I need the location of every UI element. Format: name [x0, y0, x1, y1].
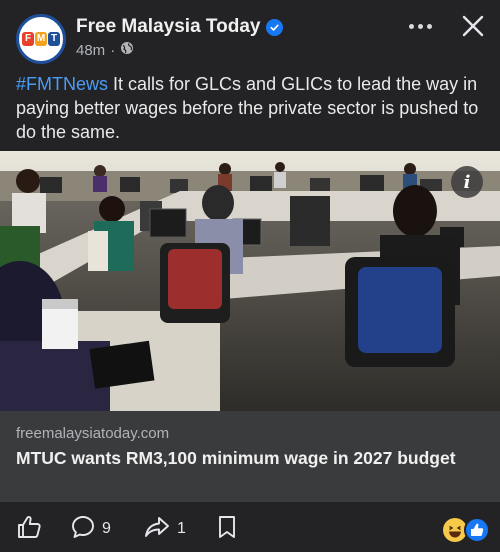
post-meta: 48m ·: [76, 41, 134, 59]
thumbs-up-icon: [16, 514, 42, 545]
page-name-text[interactable]: Free Malaysia Today: [76, 16, 260, 38]
link-domain: freemalaysiatoday.com: [16, 425, 170, 442]
comment-count: 9: [102, 520, 111, 537]
post-message: #FMTNews It calls for GLCs and GLICs to …: [16, 72, 486, 144]
globe-icon: [120, 41, 134, 59]
share-button[interactable]: 1: [143, 516, 186, 542]
like-reaction-icon[interactable]: [464, 517, 490, 543]
more-dots-icon[interactable]: [405, 14, 435, 38]
post-time[interactable]: 48m: [76, 42, 105, 59]
page-avatar[interactable]: F M T: [16, 14, 66, 64]
fmt-logo: F M T: [22, 32, 60, 46]
comment-button[interactable]: 9: [70, 514, 111, 545]
info-icon[interactable]: i: [451, 166, 483, 198]
post-header: F M T Free Malaysia Today 48m ·: [0, 0, 500, 70]
share-arrow-icon: [143, 514, 171, 545]
comment-bubble-icon: [70, 514, 96, 545]
share-count: 1: [177, 520, 186, 537]
close-icon[interactable]: [459, 12, 487, 40]
action-bar: 9 1: [0, 502, 500, 552]
hashtag-link[interactable]: #FMTNews: [16, 74, 108, 94]
like-button[interactable]: [16, 514, 42, 545]
save-button[interactable]: [216, 514, 238, 545]
page-name[interactable]: Free Malaysia Today: [76, 16, 284, 38]
office-photo-illustration: [0, 151, 500, 411]
link-title[interactable]: MTUC wants RM3,100 minimum wage in 2027 …: [16, 447, 476, 470]
verified-badge-icon: [266, 18, 284, 36]
link-preview-card[interactable]: freemalaysiatoday.com MTUC wants RM3,100…: [0, 411, 500, 502]
post-photo[interactable]: [0, 151, 500, 411]
meta-separator: ·: [110, 41, 116, 59]
bookmark-icon: [216, 514, 238, 545]
